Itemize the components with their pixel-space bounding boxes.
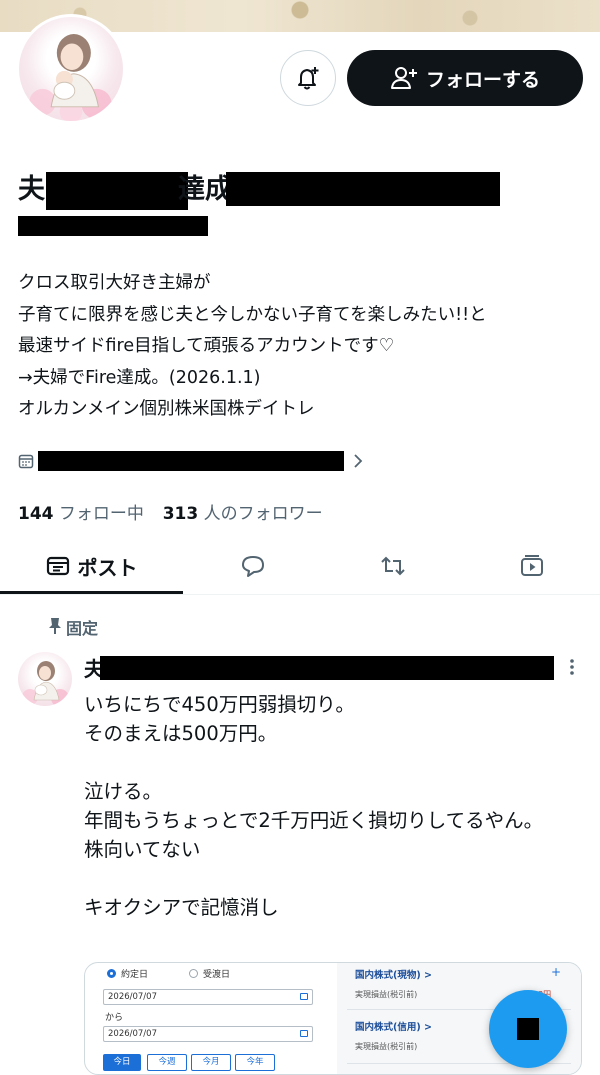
person-plus-icon (390, 67, 417, 89)
tab-media[interactable] (463, 538, 600, 594)
posts-tab-icon (46, 556, 69, 576)
redaction-bar (46, 172, 188, 210)
tab-reposts[interactable] (323, 538, 463, 594)
notify-button[interactable] (280, 50, 336, 106)
period-button-week: 今週 (147, 1054, 187, 1071)
radio-delivery-label: 受渡日 (203, 970, 231, 980)
domestic-margin-sub: 実現損益(税引前) (355, 1042, 418, 1051)
profile-tabs: ポスト (0, 538, 600, 595)
follow-button[interactable]: フォローする (347, 50, 583, 106)
post-text: いちにちで450万円弱損切り。 そのまえは500万円。 泣ける。 年間もうちょっ… (84, 693, 544, 919)
period-button-today: 今日 (103, 1054, 141, 1071)
domestic-margin-link: 国内株式(信用) > (355, 1022, 432, 1033)
chevron-right-icon (354, 454, 363, 468)
bell-plus-icon (298, 67, 319, 90)
radio-contract-label: 約定日 (121, 970, 149, 980)
date-from-value: 2026/07/07 (108, 992, 157, 1002)
handle-redaction-bar (18, 216, 208, 236)
calendar-icon (300, 993, 308, 1000)
following-link[interactable]: 144 フォロー中 (18, 504, 149, 524)
domestic-spot-link: 国内株式(現物) > (355, 970, 432, 981)
follow-counts: 144 フォロー中 313 人のフォロワー (18, 500, 323, 528)
profile-avatar[interactable] (16, 14, 126, 124)
followers-label: 人のフォロワー (203, 504, 323, 524)
domestic-spot-sub: 実現損益(税引前) (355, 990, 418, 999)
attachment-filter-panel: 約定日 受渡日 2026/07/07 から 2026/07/07 今日 今週 今… (85, 963, 321, 1074)
period-button-month: 今月 (191, 1054, 231, 1071)
pinned-label: 固定 (66, 619, 99, 638)
profile-name: 夫 達成! (18, 170, 578, 210)
meta-redaction-bar (38, 451, 344, 471)
active-tab-indicator (0, 591, 183, 594)
pin-icon (49, 618, 61, 634)
following-label: フォロー中 (58, 504, 144, 524)
following-count: 144 (18, 504, 54, 524)
date-to-value: 2026/07/07 (108, 1029, 157, 1039)
post-author-redaction-bar (100, 656, 554, 680)
date-separator: から (105, 1013, 124, 1023)
followers-count: 313 (162, 504, 199, 524)
reply-icon (242, 556, 264, 577)
tab-posts[interactable]: ポスト (0, 538, 183, 594)
post-author-avatar[interactable] (18, 652, 72, 706)
repost-icon (381, 556, 405, 576)
profile-meta-row[interactable] (18, 446, 578, 476)
tab-posts-label: ポスト (77, 555, 138, 580)
compose-icon (517, 1018, 539, 1040)
media-icon (520, 555, 543, 576)
more-vertical-icon[interactable] (566, 656, 578, 680)
plus-icon: + (551, 965, 562, 979)
profile-name-prefix: 夫 (18, 174, 45, 205)
period-button-year: 今年 (235, 1054, 275, 1071)
radio-contract-date (107, 969, 116, 978)
followers-link[interactable]: 313 人のフォロワー (163, 504, 323, 524)
follow-button-label: フォローする (425, 68, 540, 91)
date-from-field: 2026/07/07 (103, 989, 313, 1005)
redaction-bar (226, 172, 500, 206)
date-to-field: 2026/07/07 (103, 1026, 313, 1042)
calendar-icon (300, 1030, 308, 1037)
avatar-illustration (29, 34, 112, 121)
pinned-indicator: 固定 (44, 612, 98, 642)
profile-bio: クロス取引大好き主婦が 子育てに限界を感じ夫と今しかない子育てを楽しみたい!!と… (18, 273, 487, 419)
post-avatar-illustration (22, 661, 69, 706)
radio-delivery-date (189, 969, 198, 978)
compose-fab[interactable] (489, 990, 567, 1068)
calendar-icon (18, 454, 34, 469)
tab-replies[interactable] (183, 538, 323, 594)
